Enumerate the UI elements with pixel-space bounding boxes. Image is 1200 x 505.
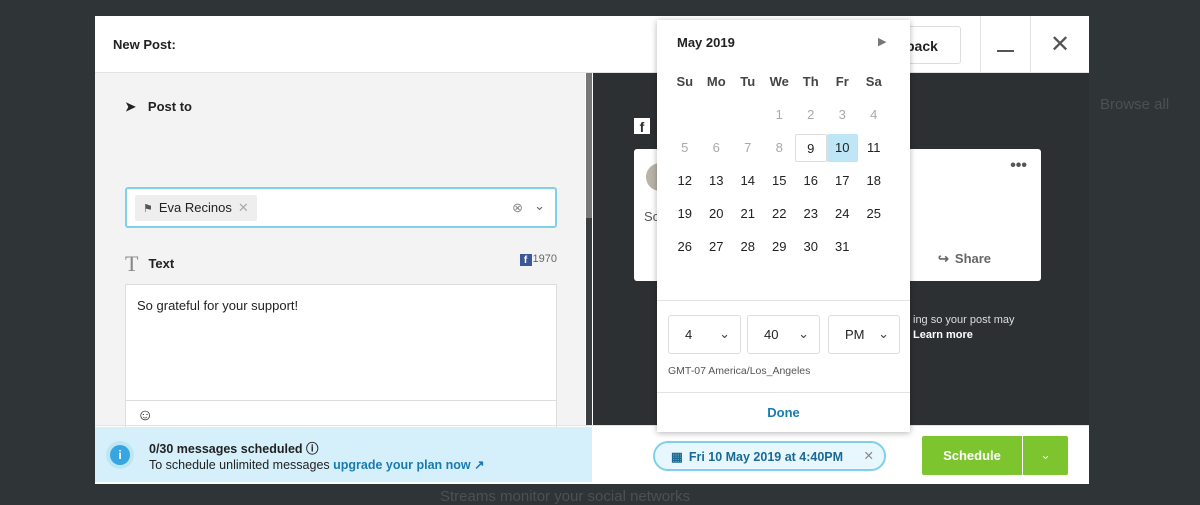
composer-panel: ➤ Post to ⚑ Eva Recinos ✕ ⊗ ⌄ T Text f 1970 S…	[95, 73, 592, 482]
day-12[interactable]: 12	[669, 167, 701, 195]
day-25[interactable]: 25	[858, 200, 890, 228]
day-17[interactable]: 17	[827, 167, 859, 195]
day-3: 3	[838, 107, 846, 122]
empty-day	[858, 233, 890, 261]
weekday-label: Mo	[706, 74, 726, 89]
post-to-label: ➤ Post to	[125, 99, 192, 114]
chevron-down-icon: ⌄	[719, 326, 730, 341]
calendar-grid: Su Mo Tu We Th Fr Sa 1 2 3 4 5 6 7 8 9 10 11 12 13 14 15 16 17 1…	[669, 68, 890, 266]
day-21[interactable]: 21	[732, 200, 764, 228]
day-29[interactable]: 29	[764, 233, 796, 261]
clear-icon[interactable]: ⊗	[512, 200, 523, 216]
weekday-label: We	[769, 74, 789, 89]
day-6: 6	[712, 140, 720, 155]
more-icon[interactable]: •••	[1010, 157, 1027, 175]
date-picker: May 2019 ▶ Su Mo Tu We Th Fr Sa 1 2 3 4 5 6 7 8 9 10 11 12…	[657, 20, 910, 432]
day-30[interactable]: 30	[795, 233, 827, 261]
emoji-icon[interactable]: ☺	[137, 407, 153, 425]
day-13[interactable]: 13	[701, 167, 733, 195]
day-1: 1	[775, 107, 783, 122]
modal-footer: ▦ Fri 10 May 2019 at 4:40PM ✕ Schedule ⌄	[95, 425, 1089, 484]
day-7: 7	[744, 140, 752, 155]
calendar-icon: ▦	[671, 450, 683, 464]
weekday-label: Tu	[740, 74, 756, 89]
day-23[interactable]: 23	[795, 200, 827, 228]
message-text: So grateful for your support!	[137, 298, 299, 313]
day-31[interactable]: 31	[827, 233, 859, 261]
day-24[interactable]: 24	[827, 200, 859, 228]
weekday-label: Sa	[865, 74, 882, 89]
week-row: 19 20 21 22 23 24 25	[669, 200, 890, 233]
chevron-down-icon[interactable]: ⌄	[534, 198, 545, 214]
chevron-down-icon: ⌄	[878, 326, 889, 341]
char-count: f 1970	[519, 253, 557, 266]
day-4: 4	[870, 107, 878, 122]
minute-select[interactable]: 40 ⌄	[747, 315, 820, 354]
week-row: 5 6 7 8 9 10 11	[669, 134, 890, 167]
hour-select[interactable]: 4 ⌄	[668, 315, 741, 354]
modal-title: New Post:	[113, 37, 176, 52]
chevron-down-icon: ⌄	[1040, 448, 1051, 462]
profile-chip: ⚑ Eva Recinos ✕	[135, 195, 257, 221]
empty-day	[701, 101, 733, 129]
day-11[interactable]: 11	[858, 134, 890, 162]
profile-selector[interactable]: ⚑ Eva Recinos ✕ ⊗ ⌄	[125, 187, 557, 228]
weekday-label: Fr	[835, 74, 849, 89]
paper-plane-icon: ➤	[125, 99, 136, 114]
minimize-icon	[997, 50, 1014, 52]
learn-more-link[interactable]: Learn more	[913, 329, 973, 341]
timezone-label: GMT-07 America/Los_Angeles	[668, 365, 811, 377]
weekday-row: Su Mo Tu We Th Fr Sa	[669, 68, 890, 101]
week-row: 1 2 3 4	[669, 101, 890, 134]
day-18[interactable]: 18	[858, 167, 890, 195]
ampm-select[interactable]: PM ⌄	[828, 315, 900, 354]
bg-streams-text: Streams monitor your social networks	[440, 488, 691, 505]
preview-note: ing so your post may Learn more	[913, 314, 1015, 341]
day-28[interactable]: 28	[732, 233, 764, 261]
day-19[interactable]: 19	[669, 200, 701, 228]
schedule-button[interactable]: Schedule	[922, 436, 1022, 475]
share-button: ↪ Share	[938, 251, 992, 266]
empty-day	[732, 101, 764, 129]
day-15[interactable]: 15	[764, 167, 796, 195]
day-16[interactable]: 16	[795, 167, 827, 195]
facebook-icon: f	[634, 118, 650, 135]
close-button[interactable]: ✕	[1030, 16, 1089, 73]
remove-profile-icon[interactable]: ✕	[238, 200, 249, 215]
share-icon: ↪	[938, 251, 949, 266]
message-textarea[interactable]: So grateful for your support! ☺	[125, 284, 557, 444]
close-icon: ✕	[1049, 31, 1071, 58]
done-button[interactable]: Done	[657, 405, 910, 420]
day-14[interactable]: 14	[732, 167, 764, 195]
day-27[interactable]: 27	[701, 233, 733, 261]
minimize-button[interactable]	[980, 16, 1030, 73]
new-post-modal: New Post: back ✕ ➤ Post to ⚑ Eva Recinos ✕ …	[95, 16, 1089, 484]
day-22[interactable]: 22	[764, 200, 796, 228]
chevron-down-icon: ⌄	[798, 326, 809, 341]
day-5: 5	[681, 140, 689, 155]
flag-icon: ⚑	[143, 203, 153, 215]
weekday-label: Th	[802, 74, 819, 89]
week-row: 26 27 28 29 30 31	[669, 233, 890, 266]
week-row: 12 13 14 15 16 17 18	[669, 167, 890, 200]
scrollbar[interactable]	[586, 73, 592, 425]
day-20[interactable]: 20	[701, 200, 733, 228]
month-label: May 2019	[677, 35, 735, 50]
text-icon: T	[125, 251, 139, 276]
day-2: 2	[807, 107, 815, 122]
text-label: T Text	[125, 251, 175, 276]
facebook-icon: f	[519, 254, 532, 266]
day-10[interactable]: 10	[826, 134, 858, 162]
next-month-icon[interactable]: ▶	[878, 35, 886, 48]
bg-browse-text: Browse all	[1100, 96, 1170, 113]
modal-header: New Post: back ✕	[95, 16, 1089, 73]
day-8: 8	[775, 140, 783, 155]
schedule-options-button[interactable]: ⌄	[1023, 436, 1068, 475]
empty-day	[669, 101, 701, 129]
clear-date-icon[interactable]: ✕	[864, 448, 874, 463]
day-26[interactable]: 26	[669, 233, 701, 261]
weekday-label: Su	[676, 74, 694, 89]
scheduled-date-pill[interactable]: ▦ Fri 10 May 2019 at 4:40PM ✕	[653, 441, 886, 471]
day-9[interactable]: 9	[795, 134, 827, 162]
